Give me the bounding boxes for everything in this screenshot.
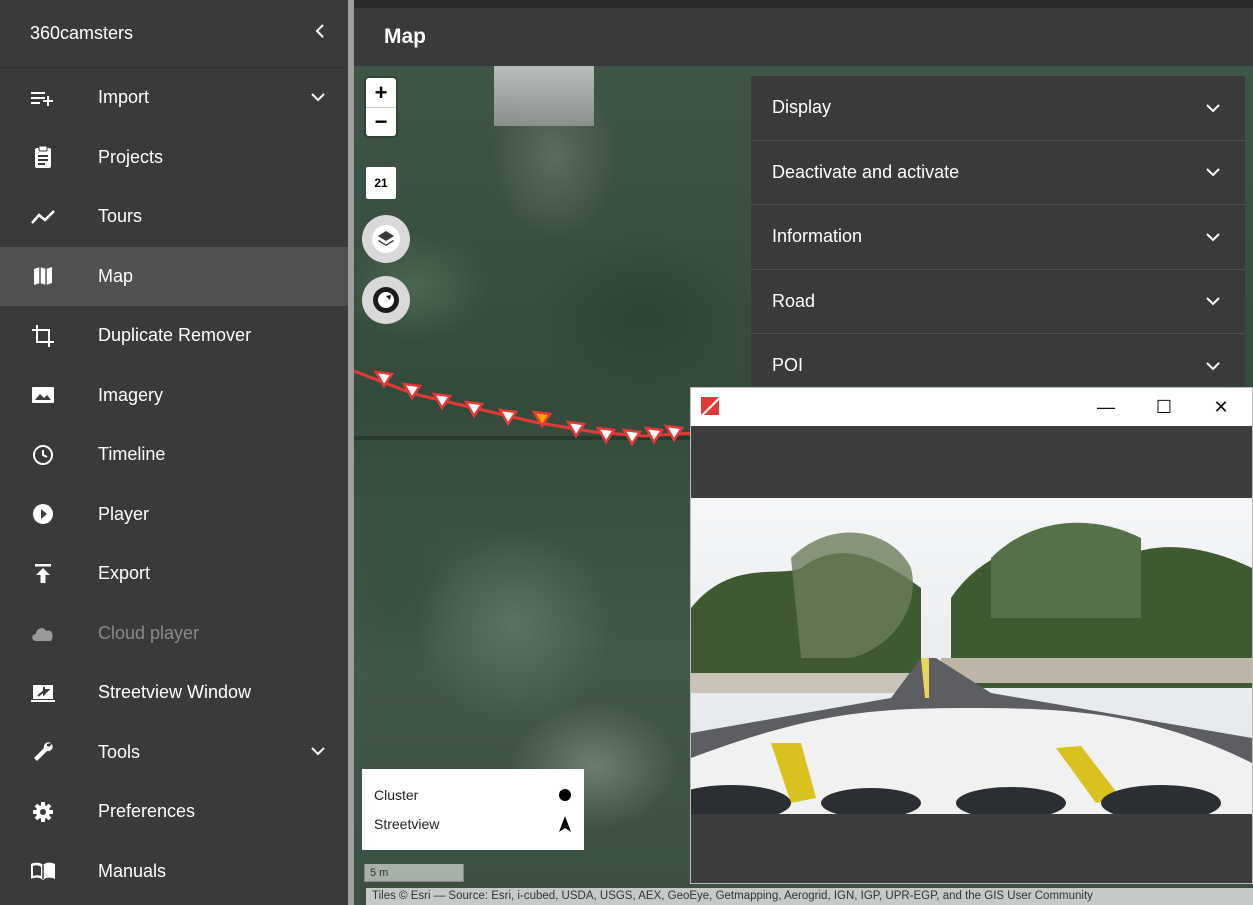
chevron-down-icon	[1206, 362, 1220, 371]
locate-button[interactable]	[362, 276, 410, 324]
sidebar: 360camsters Import Projects Tours Map Du…	[0, 0, 348, 905]
zoom-in-button[interactable]: +	[366, 78, 396, 107]
sidebar-item-cloud-player[interactable]: Cloud player	[0, 604, 348, 664]
import-list-icon	[30, 85, 56, 111]
sidebar-item-label: Imagery	[98, 384, 164, 405]
app-icon	[701, 397, 719, 415]
clock-icon	[30, 442, 56, 468]
streetview-window: — ☐ ✕	[690, 387, 1253, 884]
chevron-down-icon	[1206, 104, 1220, 113]
zoom-level-badge: 21	[366, 167, 396, 199]
chevron-down-icon[interactable]	[310, 89, 326, 107]
clipboard-icon	[30, 144, 56, 170]
track-arrows	[373, 370, 685, 447]
gps-track	[354, 369, 694, 447]
sidebar-item-label: Duplicate Remover	[98, 325, 252, 346]
sidebar-header: 360camsters	[0, 0, 348, 68]
gear-icon	[30, 799, 56, 825]
accordion-poi[interactable]: POI	[751, 334, 1245, 386]
accordion-label: Display	[772, 97, 832, 118]
accordion-road[interactable]: Road	[751, 270, 1245, 334]
sidebar-item-label: Import	[98, 87, 150, 108]
sidebar-item-label: Tools	[98, 741, 141, 762]
sidebar-item-manuals[interactable]: Manuals	[0, 842, 348, 902]
sidebar-item-imagery[interactable]: Imagery	[0, 366, 348, 426]
minimize-button[interactable]: —	[1081, 388, 1131, 426]
legend-label: Cluster	[374, 787, 419, 803]
sidebar-item-label: Map	[98, 265, 134, 286]
sidebar-item-player[interactable]: Player	[0, 485, 348, 545]
sidebar-item-timeline[interactable]: Timeline	[0, 425, 348, 485]
sidebar-item-projects[interactable]: Projects	[0, 128, 348, 188]
sidebar-item-import[interactable]: Import	[0, 68, 348, 128]
cloud-icon	[30, 620, 56, 646]
sidebar-item-map[interactable]: Map	[0, 246, 348, 306]
map-attribution: Tiles © Esri — Source: Esri, i-cubed, US…	[366, 888, 1253, 905]
accordion-display[interactable]: Display	[751, 76, 1245, 141]
accordion-label: Road	[772, 290, 816, 311]
page-title: Map	[384, 25, 426, 48]
upload-icon	[30, 561, 56, 587]
map-canvas[interactable]: + − 21 Cluster Streetview 5 m Tiles © Es…	[354, 66, 1253, 905]
sidebar-item-label: Tours	[98, 206, 143, 227]
map-icon	[30, 263, 56, 289]
accordion-label: Information	[772, 226, 863, 247]
sidebar-item-label: Manuals	[98, 860, 167, 881]
sidebar-item-preferences[interactable]: Preferences	[0, 782, 348, 842]
legend-row-cluster: Cluster	[374, 783, 572, 807]
close-button[interactable]: ✕	[1196, 388, 1246, 426]
zoom-out-button[interactable]: −	[366, 107, 396, 136]
sidebar-item-label: Projects	[98, 146, 164, 167]
chevron-down-icon[interactable]	[310, 743, 326, 761]
sidebar-item-export[interactable]: Export	[0, 544, 348, 604]
maximize-button[interactable]: ☐	[1139, 388, 1189, 426]
image-icon	[30, 382, 56, 408]
scale-bar: 5 m	[364, 864, 464, 882]
accordion-label: Deactivate and activate	[772, 161, 960, 182]
window-titlebar[interactable]: — ☐ ✕	[691, 388, 1252, 426]
circle-icon	[559, 789, 571, 801]
accordion-label: POI	[772, 355, 804, 376]
sidebar-item-label: Streetview Window	[98, 682, 252, 703]
window-arrow-icon	[30, 680, 56, 706]
streetview-panorama[interactable]	[691, 498, 1252, 814]
sidebar-item-label: Cloud player	[98, 622, 200, 643]
sidebar-item-label: Export	[98, 563, 151, 584]
wrench-icon	[30, 739, 56, 765]
legend-row-streetview: Streetview	[374, 807, 572, 841]
trend-line-icon	[30, 204, 56, 230]
crop-icon	[30, 323, 56, 349]
sidebar-item-duplicate-remover[interactable]: Duplicate Remover	[0, 306, 348, 366]
legend-label: Streetview	[374, 816, 440, 832]
sidebar-item-label: Player	[98, 503, 150, 524]
top-strip	[354, 0, 1253, 8]
compass-icon	[373, 287, 399, 313]
sidebar-item-streetview-window[interactable]: Streetview Window	[0, 663, 348, 723]
layers-button[interactable]	[362, 215, 410, 263]
sidebar-item-label: Timeline	[98, 444, 166, 465]
zoom-control: + −	[366, 78, 396, 136]
chevron-left-icon[interactable]	[314, 22, 326, 45]
sidebar-item-tools[interactable]: Tools	[0, 723, 348, 783]
app-title: 360camsters	[30, 23, 134, 43]
map-roof-patch	[494, 66, 594, 126]
chevron-down-icon	[1206, 233, 1220, 242]
chevron-down-icon	[1206, 297, 1220, 306]
accordion-information[interactable]: Information	[751, 205, 1245, 270]
sidebar-item-tours[interactable]: Tours	[0, 187, 348, 247]
chevron-down-icon	[1206, 168, 1220, 177]
map-settings-panel: Display Deactivate and activate Informat…	[751, 76, 1245, 386]
sidebar-item-label: Preferences	[98, 801, 196, 822]
header-bar: Map	[354, 8, 1253, 66]
play-icon	[30, 501, 56, 527]
arrow-up-icon	[559, 816, 571, 832]
book-icon	[30, 858, 56, 884]
accordion-deactivate-activate[interactable]: Deactivate and activate	[751, 141, 1245, 205]
map-legend: Cluster Streetview	[362, 769, 584, 850]
layers-icon	[372, 225, 400, 253]
